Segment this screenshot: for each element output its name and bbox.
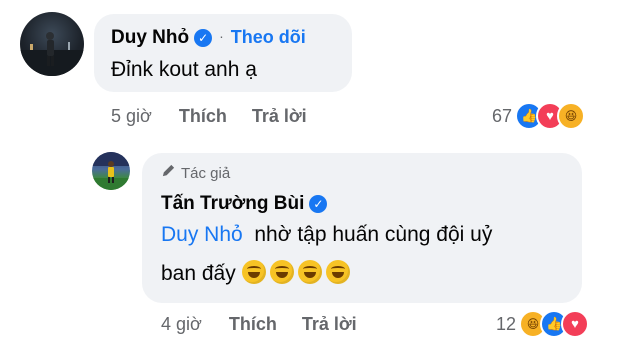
comment-text: ban đấy [161, 262, 236, 285]
like-button[interactable]: Thích [179, 106, 227, 126]
author-name[interactable]: Duy Nhỏ [111, 27, 189, 48]
avatar[interactable] [20, 12, 84, 76]
comment-actions: 5 giờ Thích Trả lời [111, 106, 307, 127]
pencil-icon [161, 163, 176, 182]
avatar-photo [92, 152, 130, 190]
comment-text: nhờ tập huấn cùng đội uỷ [254, 223, 493, 246]
rofl-emoji-icon [269, 260, 294, 284]
rofl-emoji-icon [325, 260, 350, 284]
timestamp[interactable]: 5 giờ [111, 106, 152, 126]
separator-dot: · [219, 28, 224, 44]
verified-badge-icon: ✓ [194, 29, 213, 47]
comment-header: Duy Nhỏ ✓ · Theo dõi [111, 27, 306, 49]
avatar-photo [20, 32, 84, 76]
comment-bubble: Tác giả Tấn Trường Bùi ✓ Duy Nhỏ nhờ tập … [142, 153, 582, 303]
rofl-emoji-icon [297, 260, 322, 284]
comment-text-line2: ban đấy [161, 260, 354, 286]
reply-button[interactable]: Trả lời [302, 314, 357, 334]
reaction-summary[interactable]: 12 😆 👍 ♥ [496, 310, 590, 338]
like-button[interactable]: Thích [229, 314, 277, 334]
reply-button[interactable]: Trả lời [252, 106, 307, 126]
haha-icon: 😆 [557, 102, 586, 130]
author-name[interactable]: Tấn Trường Bùi [161, 193, 304, 214]
comment-text: Đỉnk kout anh ạ [111, 58, 257, 81]
verified-badge-icon: ✓ [309, 195, 328, 213]
comment-header: Tấn Trường Bùi ✓ [161, 193, 328, 215]
reaction-count: 67 [492, 105, 513, 126]
timestamp[interactable]: 4 giờ [161, 314, 202, 334]
reaction-summary[interactable]: 67 👍 ♥ 😆 [492, 102, 586, 130]
mention-link[interactable]: Duy Nhỏ [161, 223, 243, 246]
love-icon: ♥ [561, 310, 590, 338]
follow-link[interactable]: Theo dõi [231, 27, 306, 47]
rofl-emoji-icon [241, 260, 266, 284]
reaction-count: 12 [496, 313, 517, 334]
avatar[interactable] [92, 152, 130, 190]
comment-actions: 4 giờ Thích Trả lời [161, 314, 357, 335]
comment-text-line1: Duy Nhỏ nhờ tập huấn cùng đội uỷ [161, 223, 492, 247]
author-badge: Tác giả [161, 163, 230, 182]
comment-bubble: Duy Nhỏ ✓ · Theo dõi Đỉnk kout anh ạ [94, 14, 352, 92]
author-badge-label: Tác giả [181, 165, 231, 182]
